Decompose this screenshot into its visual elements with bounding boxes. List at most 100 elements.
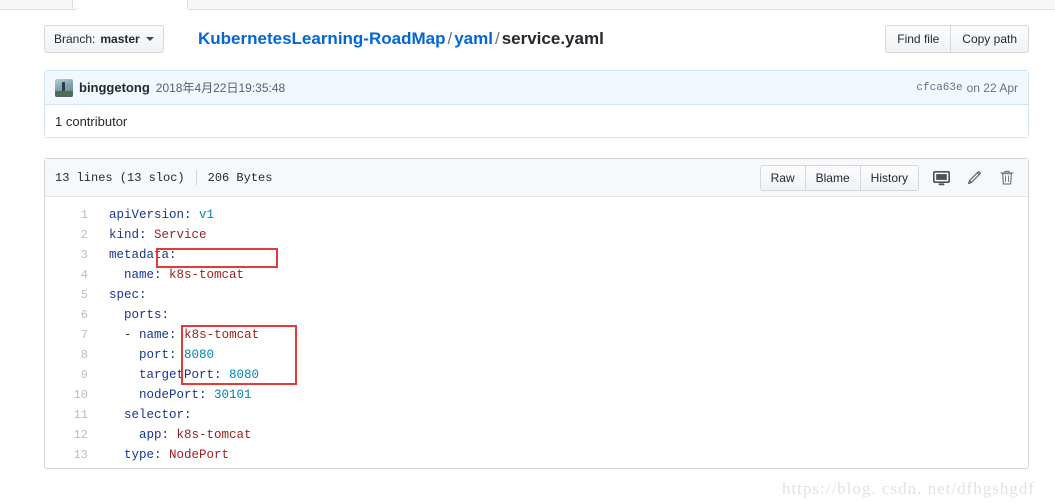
commit-row: binggetong 2018年4月22日19:35:48 cfca63e on…: [45, 71, 1028, 105]
code-line: 8 port: 8080: [45, 345, 1028, 365]
file-content-box: 13 lines (13 sloc) 206 Bytes Raw Blame H…: [44, 158, 1029, 469]
contributors-row: 1 contributor: [45, 105, 1028, 137]
line-number[interactable]: 3: [45, 245, 100, 265]
code-token: v1: [199, 208, 215, 222]
blob-file-meta: 13 lines (13 sloc) 206 Bytes: [55, 170, 272, 185]
breadcrumb-folder-link[interactable]: yaml: [454, 29, 493, 48]
code-line: 1 apiVersion: v1: [45, 205, 1028, 225]
line-number[interactable]: 5: [45, 285, 100, 305]
meta-divider: [195, 170, 197, 185]
code-line: 10 nodePort: 30101: [45, 385, 1028, 405]
history-button[interactable]: History: [859, 165, 919, 191]
breadcrumb-separator-1: /: [447, 29, 453, 48]
code-line: 11 selector:: [45, 405, 1028, 425]
code-line: 9 targetPort: 8080: [45, 365, 1028, 385]
code-token: 30101: [214, 388, 252, 402]
code-token: k8s-tomcat: [176, 428, 252, 442]
line-content: ports:: [100, 305, 169, 325]
breadcrumb-separator-2: /: [494, 29, 500, 48]
line-content: apiVersion: v1: [100, 205, 214, 225]
line-content: selector:: [100, 405, 192, 425]
code-token: name:: [139, 328, 177, 342]
code-token: selector:: [124, 408, 192, 422]
code-line: 5 spec:: [45, 285, 1028, 305]
code-token: port:: [139, 348, 177, 362]
line-number[interactable]: 2: [45, 225, 100, 245]
browser-tab-active[interactable]: [72, 0, 189, 8]
code-line: 6 ports:: [45, 305, 1028, 325]
find-file-button[interactable]: Find file: [885, 25, 951, 53]
line-content: kind: Service: [100, 225, 207, 245]
line-content: spec:: [100, 285, 147, 305]
commit-author-link[interactable]: binggetong: [79, 80, 150, 95]
code-line: 2 kind: Service: [45, 225, 1028, 245]
branch-selector-button[interactable]: Branch: master: [44, 25, 164, 53]
code-token: spec:: [109, 288, 147, 302]
line-content: - name: k8s-tomcat: [100, 325, 259, 345]
trash-icon[interactable]: [996, 167, 1018, 189]
branch-name-label: master: [100, 32, 140, 46]
latest-commit-box: binggetong 2018年4月22日19:35:48 cfca63e on…: [44, 70, 1029, 138]
line-number[interactable]: 11: [45, 405, 100, 425]
desktop-download-icon[interactable]: [930, 167, 952, 189]
code-token: k8s-tomcat: [169, 268, 245, 282]
code-token: app:: [139, 428, 170, 442]
browser-tab-strip: [0, 0, 1055, 10]
blob-lines-label: 13 lines (13 sloc): [55, 170, 185, 185]
line-content: type: NodePort: [100, 445, 229, 465]
code-token: Service: [154, 228, 207, 242]
code-token: ports:: [124, 308, 170, 322]
code-token: metadata:: [109, 248, 177, 262]
code-token: nodePort:: [139, 388, 207, 402]
blame-button[interactable]: Blame: [804, 165, 860, 191]
code-line: 7 - name: k8s-tomcat: [45, 325, 1028, 345]
branch-prefix-label: Branch:: [54, 32, 96, 46]
avatar: [55, 78, 73, 97]
chevron-down-icon: [145, 37, 154, 41]
commit-meta: cfca63e on 22 Apr: [916, 71, 1018, 105]
code-token: 8080: [229, 368, 260, 382]
watermark-text: https://blog. csdn. net/dfhgshgdf: [781, 479, 1035, 498]
code-listing: 1 apiVersion: v1 2 kind: Service 3 metadata: 4…: [45, 197, 1028, 471]
contributors-count-label[interactable]: 1 contributor: [55, 114, 127, 129]
code-token: k8s-tomcat: [184, 328, 260, 342]
line-number[interactable]: 13: [45, 445, 100, 465]
code-token: NodePort: [169, 448, 230, 462]
line-number[interactable]: 6: [45, 305, 100, 325]
line-content: name: k8s-tomcat: [100, 265, 244, 285]
code-line: 4 name: k8s-tomcat: [45, 265, 1028, 285]
line-number[interactable]: 9: [45, 365, 100, 385]
line-number[interactable]: 4: [45, 265, 100, 285]
line-content: nodePort: 30101: [100, 385, 252, 405]
line-number[interactable]: 10: [45, 385, 100, 405]
file-header-actions: Find file Copy path: [885, 25, 1029, 53]
blob-button-group: Raw Blame History: [759, 165, 919, 191]
commit-hash-link[interactable]: cfca63e: [916, 82, 962, 94]
commit-relative-date: on 22 Apr: [966, 81, 1018, 95]
breadcrumb: KubernetesLearning-RoadMap / yaml / service.…: [198, 24, 604, 54]
code-token: type:: [124, 448, 162, 462]
code-token: kind:: [109, 228, 147, 242]
line-content: app: k8s-tomcat: [100, 425, 252, 445]
copy-path-button[interactable]: Copy path: [950, 25, 1029, 53]
code-token: targetPort:: [139, 368, 222, 382]
line-number[interactable]: 12: [45, 425, 100, 445]
code-token: name:: [124, 268, 162, 282]
line-number[interactable]: 8: [45, 345, 100, 365]
line-number[interactable]: 1: [45, 205, 100, 225]
raw-button[interactable]: Raw: [759, 165, 805, 191]
code-token: apiVersion:: [109, 208, 192, 222]
line-content: metadata:: [100, 245, 177, 265]
breadcrumb-repo-link[interactable]: KubernetesLearning-RoadMap: [198, 29, 445, 48]
pencil-icon[interactable]: [963, 167, 985, 189]
blob-actions: Raw Blame History: [759, 159, 1018, 197]
code-token: -: [124, 328, 140, 342]
line-number[interactable]: 7: [45, 325, 100, 345]
